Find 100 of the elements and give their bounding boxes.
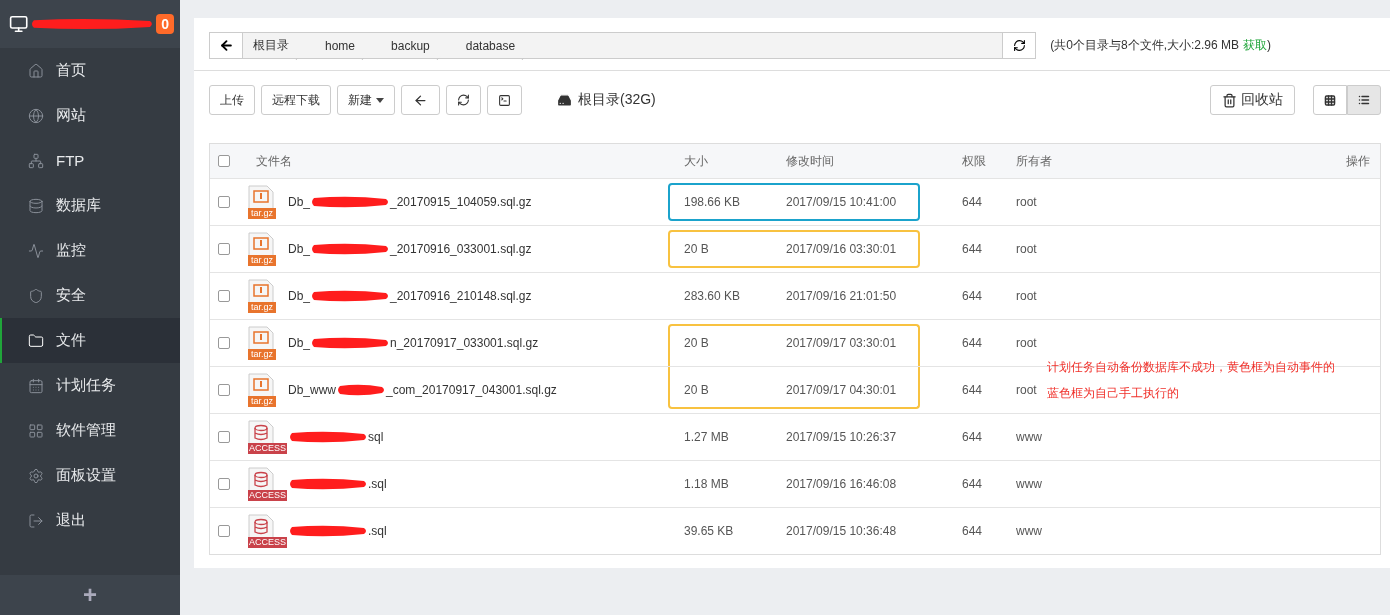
file-name[interactable]: Db_ _20170915_104059.sql.gz	[288, 195, 684, 209]
trash-icon	[1222, 92, 1237, 108]
annotation-note: 计划任务自动备份数据库不成功，黄色框为自动事件的	[1047, 359, 1335, 376]
row-checkbox[interactable]	[218, 525, 230, 537]
sidebar-item[interactable]: 计划任务	[0, 363, 180, 408]
modified-time: 2017/09/16 03:30:01	[786, 242, 897, 256]
file-size: 20 B	[684, 336, 709, 350]
column-header[interactable]: 大小	[684, 152, 708, 170]
file-size: 1.27 MB	[684, 430, 729, 444]
disk-label: 根目录(32G)	[578, 91, 656, 109]
file-name[interactable]: Db_ _20170916_033001.sql.gz	[288, 242, 684, 256]
modified-time: 2017/09/17 04:30:01	[786, 383, 897, 397]
list-view-button[interactable]	[1347, 85, 1381, 115]
owner: root	[1016, 195, 1037, 209]
refresh-icon	[457, 93, 470, 107]
permission: 644	[962, 524, 983, 538]
sidebar-item[interactable]: 文件	[0, 318, 180, 363]
apps-grid-icon	[28, 422, 44, 439]
file-type-label: tar.gz	[248, 302, 276, 313]
permission: 644	[962, 430, 983, 444]
row-checkbox[interactable]	[218, 478, 230, 490]
refresh-button[interactable]	[446, 85, 481, 115]
calendar-icon	[28, 377, 44, 394]
owner: root	[1016, 289, 1037, 303]
modified-time: 2017/09/16 16:46:08	[786, 477, 897, 491]
permission: 644	[962, 336, 983, 350]
file-name[interactable]: .sql	[288, 477, 684, 491]
file-type-label: tar.gz	[248, 396, 276, 407]
modified-time: 2017/09/17 03:30:01	[786, 336, 897, 350]
row-checkbox[interactable]	[218, 196, 230, 208]
sidebar-item[interactable]: 面板设置	[0, 453, 180, 498]
file-name[interactable]: sql	[288, 430, 684, 444]
settings-icon	[28, 467, 44, 484]
row-checkbox[interactable]	[218, 243, 230, 255]
network-icon	[28, 152, 44, 169]
modified-time: 2017/09/15 10:26:37	[786, 430, 897, 444]
home-icon	[28, 62, 44, 79]
sidebar-item[interactable]: 数据库	[0, 183, 180, 228]
owner: root	[1016, 242, 1037, 256]
file-size: 283.60 KB	[684, 289, 741, 303]
file-size: 1.18 MB	[684, 477, 729, 491]
sidebar-item[interactable]: 网站	[0, 93, 180, 138]
caret-icon	[376, 97, 384, 103]
row-checkbox[interactable]	[218, 337, 230, 349]
new-dropdown-button[interactable]: 新建	[337, 85, 395, 115]
sidebar-item[interactable]: 退出	[0, 498, 180, 543]
toolbar-button[interactable]: 远程下载	[261, 85, 331, 115]
file-type-label: ACCESS	[248, 537, 287, 548]
redaction-mark	[336, 383, 386, 397]
sidebar-item[interactable]: 软件管理	[0, 408, 180, 453]
grid-view-button[interactable]	[1313, 85, 1347, 115]
sidebar-item[interactable]: FTP	[0, 138, 180, 183]
recycle-bin-button[interactable]: 回收站	[1210, 85, 1295, 115]
hard-drive-icon	[556, 91, 573, 109]
owner: root	[1016, 383, 1037, 397]
file-type-label: tar.gz	[248, 255, 276, 266]
modified-time: 2017/09/15 10:36:48	[786, 524, 897, 538]
back-button[interactable]	[210, 33, 243, 58]
pulse-chart-icon	[28, 242, 44, 259]
toolbar-button[interactable]: 上传	[209, 85, 255, 115]
file-name[interactable]: Db_www _com_20170917_043001.sql.gz	[288, 383, 684, 397]
refresh-icon	[1012, 39, 1026, 52]
file-size: 20 B	[684, 242, 709, 256]
monitor-icon	[9, 14, 29, 34]
folder-icon	[28, 332, 44, 349]
row-checkbox[interactable]	[218, 431, 230, 443]
owner: www	[1016, 430, 1042, 444]
sidebar-item[interactable]: 安全	[0, 273, 180, 318]
file-size: 20 B	[684, 383, 709, 397]
sidebar-item[interactable]: 监控	[0, 228, 180, 273]
column-header[interactable]: 操作	[1346, 152, 1380, 170]
directory-summary: (共0个目录与8个文件,大小:2.96 MB 获取)	[1050, 37, 1271, 54]
logout-icon	[28, 512, 44, 529]
modified-time: 2017/09/15 10:41:00	[786, 195, 897, 209]
grid-icon	[1324, 93, 1336, 107]
refresh-button[interactable]	[1002, 33, 1036, 58]
column-header[interactable]: 权限	[962, 152, 986, 170]
shield-icon	[28, 287, 44, 304]
row-checkbox[interactable]	[218, 290, 230, 302]
file-type-label: tar.gz	[248, 208, 276, 219]
sidebar-item[interactable]: 首页	[0, 48, 180, 93]
file-type-label: ACCESS	[248, 443, 287, 454]
terminal-button[interactable]	[487, 85, 522, 115]
permission: 644	[962, 383, 983, 397]
modified-time: 2017/09/16 21:01:50	[786, 289, 897, 303]
add-button[interactable]: +	[0, 575, 180, 615]
select-all-checkbox[interactable]	[218, 155, 230, 167]
column-header[interactable]: 所有者	[1016, 152, 1052, 170]
column-header[interactable]: 文件名	[248, 152, 292, 170]
database-icon	[28, 197, 44, 214]
owner: www	[1016, 477, 1042, 491]
column-header[interactable]: 修改时间	[786, 152, 834, 170]
file-name[interactable]: Db_ _20170916_210148.sql.gz	[288, 289, 684, 303]
permission: 644	[962, 195, 983, 209]
row-checkbox[interactable]	[218, 384, 230, 396]
file-type-label: ACCESS	[248, 490, 287, 501]
file-name[interactable]: Db_ n_20170917_033001.sql.gz	[288, 336, 684, 350]
file-size: 198.66 KB	[684, 195, 741, 209]
file-name[interactable]: .sql	[288, 524, 684, 538]
file-size: 39.65 KB	[684, 524, 734, 538]
